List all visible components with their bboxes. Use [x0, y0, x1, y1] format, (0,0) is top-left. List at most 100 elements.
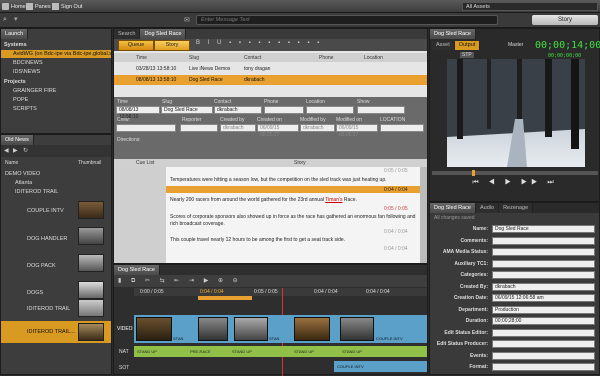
story-paragraph[interactable]: This couple travel nearly 12 hours to be…	[170, 237, 418, 243]
tab-dog-sled-race[interactable]: Dog Sled Race	[140, 29, 187, 39]
panes-button[interactable]: Panes	[26, 2, 51, 11]
column-thumbnail[interactable]: Thumbnail	[78, 160, 101, 166]
tab-launch[interactable]: Launch	[1, 29, 29, 39]
crew-field[interactable]	[116, 124, 176, 132]
phone-field[interactable]	[264, 106, 304, 114]
refresh-icon[interactable]: ↻	[23, 147, 28, 154]
metadata-field[interactable]	[492, 340, 595, 348]
story-text[interactable]: 0:05 / 0:05 Temperatures were hitting a …	[166, 167, 420, 263]
tab-old-news[interactable]: Old News	[1, 135, 34, 145]
system-item[interactable]: AvidWG (on Bdc-ipe via Bdc-ipe.global.s	[13, 51, 111, 57]
project-item[interactable]: SCRIPTS	[13, 106, 37, 112]
back-icon[interactable]: ◀	[4, 147, 9, 154]
video-clip[interactable]	[340, 317, 374, 341]
sign-out-button[interactable]: Sign Out	[52, 2, 82, 11]
tab-asset[interactable]: Asset	[432, 41, 455, 50]
metadata-field[interactable]: 00;00;28;00	[492, 317, 595, 325]
col-phone[interactable]: Phone	[319, 55, 333, 61]
search-icon[interactable]: ⌕	[3, 16, 7, 24]
metadata-label: Duration:	[465, 318, 488, 324]
metadata-label: Comments:	[460, 237, 488, 244]
tab-rezenage[interactable]: Rezenage	[499, 203, 534, 213]
col-slug[interactable]: Slug	[189, 55, 199, 61]
tab-metadata[interactable]: Dog Sled Race	[430, 203, 476, 213]
queue-button[interactable]: Queue	[118, 40, 154, 51]
video-clip[interactable]	[234, 317, 268, 341]
std-badge[interactable]: STP	[460, 52, 474, 58]
bin-folder[interactable]: Atlanta	[15, 180, 32, 186]
bin-item[interactable]: DOG PACK	[27, 263, 56, 269]
queue-row-selected[interactable]: 08/08/13 13:58:10 Dog Sled Race dkrabach	[114, 75, 427, 85]
location-2-field[interactable]	[380, 124, 424, 132]
contact-field[interactable]: dkrabach	[214, 106, 262, 114]
slug-field[interactable]: Dog Sled Race	[161, 106, 213, 114]
metadata-field[interactable]	[492, 248, 595, 256]
bin-item[interactable]: COUPLE INTV	[27, 208, 64, 214]
bin-item[interactable]: DOGS	[27, 290, 43, 296]
project-item[interactable]: GRAINGER FIRE	[13, 88, 56, 94]
story-scrollbar[interactable]	[420, 167, 427, 263]
chevron-down-icon[interactable]: ▾	[14, 15, 18, 23]
bin-root-folder[interactable]: DEMO VIDEO	[5, 171, 40, 177]
column-name[interactable]: Name	[5, 160, 18, 166]
metadata-field[interactable]	[492, 259, 595, 268]
metadata-field[interactable]	[492, 271, 595, 279]
col-time[interactable]: Time	[136, 55, 147, 61]
cue-list-header: Cue List	[136, 160, 155, 166]
metadata-field[interactable]: Production	[492, 305, 595, 314]
video-clip[interactable]	[198, 317, 228, 341]
show-field[interactable]	[357, 106, 405, 114]
scrub-handle[interactable]	[472, 170, 475, 176]
system-item[interactable]: IDS\NEWS	[13, 69, 40, 75]
col-location[interactable]: Location	[364, 55, 383, 61]
reporter-field[interactable]	[180, 124, 218, 132]
queue-row[interactable]: 03/28/13 13:58:10 Live iNews Demos tony …	[114, 64, 427, 73]
video-clip[interactable]	[294, 317, 330, 341]
scrub-bar[interactable]	[432, 170, 598, 176]
video-clip[interactable]	[136, 317, 172, 341]
metadata-field[interactable]	[492, 363, 595, 371]
cue-list[interactable]	[114, 167, 166, 263]
timeline-tools[interactable]: ▮ ⧉ ✂ ⇆ ⇤ ⇥ ▶ ⊕ ⊖	[118, 277, 242, 285]
systems-header[interactable]: Systems	[4, 42, 27, 48]
metadata-field[interactable]	[492, 351, 595, 360]
transport-controls[interactable]: ⏮ ◀ ▶ ▶▶ ⏭	[460, 179, 570, 197]
col-contact[interactable]: Contact	[244, 55, 261, 61]
tab-search[interactable]: Search	[114, 29, 141, 39]
bin-item[interactable]: IDITEROD TRAIL	[27, 306, 70, 312]
forward-icon[interactable]: ▶	[13, 147, 18, 154]
tab-monitor[interactable]: Dog Sled Race	[430, 29, 476, 39]
tab-output[interactable]: Output	[454, 41, 481, 50]
message-input[interactable]: Enter Message Text	[196, 15, 498, 25]
bin-item[interactable]: IDITEROD TRAIL...	[27, 329, 75, 335]
time-field[interactable]: 08/08/13 13:58:10	[116, 106, 160, 120]
metadata-field[interactable]: dkrabach	[492, 282, 595, 291]
tab-timeline[interactable]: Dog Sled Race	[114, 265, 160, 275]
story-paragraph[interactable]: Temperatures were hitting a season low, …	[170, 177, 418, 183]
sot-clip[interactable]: COUPLE INTV	[334, 361, 427, 372]
bin-folder[interactable]: IDITEROD TRAIL	[15, 189, 58, 195]
home-button[interactable]: Home	[2, 2, 26, 11]
project-item[interactable]: POPE	[13, 97, 28, 103]
metadata-field[interactable]: Dog Sled Race	[492, 225, 595, 233]
story-button[interactable]: Story	[154, 40, 190, 51]
metadata-label: Creation Date:	[453, 295, 488, 301]
metadata-field[interactable]: 06/09/15 12:06:58 am	[492, 294, 595, 302]
story-search-button[interactable]: Story	[532, 15, 598, 25]
metadata-field[interactable]	[492, 236, 595, 245]
nat-track[interactable]: STAND UP PRE-RACE STAND UP STAND UP STAN…	[134, 346, 427, 357]
story-break-selected[interactable]	[166, 186, 420, 193]
story-paragraph[interactable]: Nearly 200 racers from around the world …	[170, 197, 418, 203]
bin-item[interactable]: DOG HANDLER	[27, 236, 67, 242]
location-field[interactable]	[306, 106, 354, 114]
assets-dropdown[interactable]: All Assets	[462, 2, 598, 11]
metadata-field[interactable]	[492, 328, 595, 337]
master-timecode: 00;00;14;00	[535, 40, 600, 51]
system-item[interactable]: BDC\NEWS	[13, 60, 43, 66]
format-icons[interactable]: B I U ▪ ▪ ▪ ▪ ▪ ▪ ▪ ▪ ▪ ▪	[196, 40, 322, 46]
tab-audio[interactable]: Audio	[476, 203, 500, 213]
timeline-ruler[interactable]: 0:00 / 0:05 0:04 / 0:04 0:05 / 0:05 0:04…	[134, 288, 427, 296]
selected-segment-bar[interactable]	[198, 296, 252, 300]
projects-header[interactable]: Projects	[4, 79, 26, 85]
story-paragraph[interactable]: Scores of corporate sponsors also showed…	[170, 214, 418, 228]
